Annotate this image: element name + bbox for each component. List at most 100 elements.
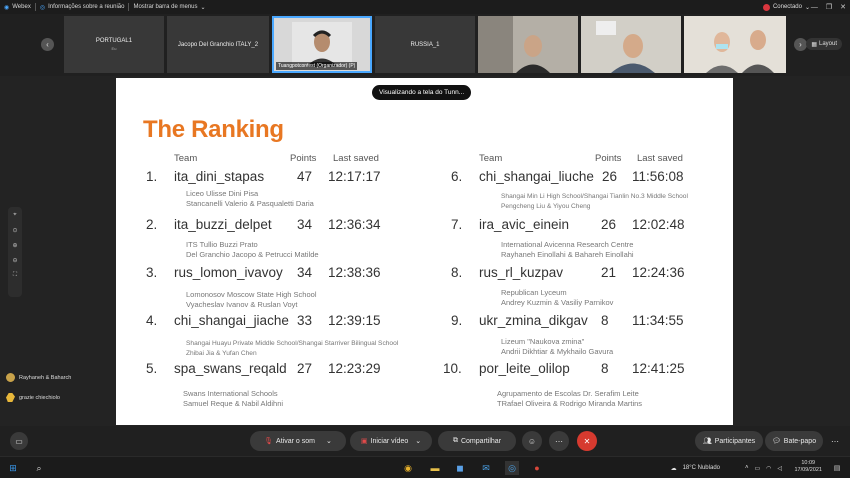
- store-icon[interactable]: ◼: [453, 461, 467, 475]
- mail-icon[interactable]: ✉: [479, 461, 493, 475]
- team-members: Vyacheslav Ivanov & Ruslan Voyt: [186, 300, 298, 309]
- show-menu-bar-button[interactable]: Mostrar barra de menus ⌄: [129, 4, 209, 11]
- record-dot-icon: [762, 3, 770, 11]
- close-icon[interactable]: ✕: [840, 3, 846, 11]
- info-icon: ◎: [39, 4, 46, 11]
- participant-sub: Eu: [111, 46, 117, 51]
- chat-button[interactable]: 💬︎ Bate-papo: [765, 431, 823, 451]
- viewing-share-banner[interactable]: Visualizando a tela do Tunn...: [372, 85, 472, 100]
- meeting-controls-bar: ▭ 🎙︎ Ativar o som ⌄ ▣ Iniciar vídeo ⌄ ⧉ …: [0, 426, 850, 456]
- cloud-icon: ☁: [670, 465, 677, 472]
- clock-time: 10:09: [801, 460, 816, 466]
- annotate-icon[interactable]: ⌖: [13, 212, 16, 219]
- wifi-icon[interactable]: ◠: [766, 465, 771, 472]
- webex-app-menu[interactable]: ◉ Webex: [0, 4, 35, 11]
- rank-number: 4.: [146, 313, 158, 328]
- last-saved-time: 11:34:55: [632, 313, 684, 328]
- team-details: Shangai Min Li High School/Shangai Tianl…: [501, 192, 688, 212]
- team-points: 47: [297, 169, 313, 184]
- team-details: Lizeum "Naukova zmina" Andrii Dikhtiar &…: [501, 337, 613, 357]
- show-menu-label: Mostrar barra de menus: [133, 4, 198, 10]
- meeting-info-button[interactable]: ◎ Informações sobre a reunião: [36, 4, 129, 11]
- connection-status-label: Conectado: [772, 4, 802, 10]
- raise-hand-icon: [6, 393, 15, 402]
- participant-tile[interactable]: [478, 16, 578, 73]
- strip-prev-icon[interactable]: ‹: [41, 38, 54, 51]
- webex-taskbar-icon[interactable]: ◎: [505, 461, 519, 475]
- restore-icon[interactable]: ❐: [826, 3, 832, 11]
- last-saved-time: 12:17:17: [328, 169, 381, 184]
- school-name: Lomonosov Moscow State High School: [186, 290, 317, 299]
- unmute-button[interactable]: 🎙︎ Ativar o som ⌄: [250, 431, 346, 451]
- battery-icon[interactable]: ▭: [754, 465, 760, 472]
- team-members: Andrey Kuzmin & Vasiliy Parnikov: [501, 298, 614, 307]
- team-details: Swans International Schools Samuel Reque…: [183, 389, 283, 409]
- school-name: Shangai Min Li High School/Shangai Tianl…: [501, 193, 688, 200]
- team-points: 8: [601, 313, 609, 328]
- participant-name: PORTUGAL1: [95, 38, 133, 44]
- more-panels-icon[interactable]: ⋯: [826, 431, 844, 451]
- share-button[interactable]: ⧉ Compartilhar: [438, 431, 516, 451]
- team-details: ITS Tullio Buzzi Prato Del Granchio Jaco…: [186, 240, 319, 260]
- team-name: chi_shangai_jiache: [174, 313, 289, 328]
- app-red-icon[interactable]: ●: [530, 461, 544, 475]
- team-members: Del Granchio Jacopo & Petrucci Matilde: [186, 250, 319, 259]
- captions-icon[interactable]: ▭: [10, 432, 28, 450]
- team-details: Shangai Huayu Private Middle School/Shan…: [186, 339, 398, 359]
- start-video-button[interactable]: ▣ Iniciar vídeo ⌄: [350, 431, 432, 451]
- team-points: 34: [297, 217, 313, 232]
- last-saved-time: 12:36:34: [328, 217, 381, 232]
- slide-title: The Ranking: [143, 116, 284, 143]
- reactions-icon[interactable]: ☺: [522, 431, 542, 451]
- participant-tile[interactable]: RUSSIA_1: [375, 16, 475, 73]
- layout-button[interactable]: ▦ Layout: [806, 38, 842, 50]
- avatar: [6, 373, 15, 382]
- team-members: Andrii Dikhtiar & Mykhailo Gavura: [501, 347, 614, 356]
- team-details: Liceo Ulisse Dini Pisa Stancanelli Valer…: [186, 189, 314, 209]
- zoom-in-icon[interactable]: ⊕: [12, 242, 17, 249]
- side-participant-item[interactable]: grazie chiechiolo: [6, 393, 60, 402]
- participant-video-icon: [581, 16, 681, 73]
- search-icon[interactable]: ⌕: [32, 461, 46, 475]
- zoom-out-icon[interactable]: ⊖: [12, 257, 17, 264]
- team-members: Rayhaneh Einollahi & Bahareh Einollahi: [501, 250, 634, 259]
- participants-button[interactable]: 👥︎ Participantes: [695, 431, 763, 451]
- more-options-icon[interactable]: ⋯: [549, 431, 569, 451]
- last-saved-time: 12:02:48: [632, 217, 685, 232]
- taskbar-clock[interactable]: 10:09 17/09/2021: [794, 460, 822, 474]
- rank-number: 5.: [146, 361, 158, 376]
- chevron-down-icon: ⌄: [415, 438, 422, 445]
- windows-start-icon[interactable]: ⊞: [6, 461, 20, 475]
- participant-tile[interactable]: PORTUGAL1 Eu: [64, 16, 164, 73]
- side-participant-item[interactable]: Rayhaneh & Baharch: [6, 373, 71, 382]
- chrome-icon[interactable]: ◉: [401, 461, 415, 475]
- camera-off-icon: ▣: [360, 438, 368, 445]
- connection-status[interactable]: Conectado ⌄: [762, 0, 810, 14]
- viewing-share-label: Visualizando a tela do Tunn...: [379, 89, 465, 96]
- fit-screen-icon[interactable]: ⛶: [13, 272, 17, 279]
- team-name: ita_buzzi_delpet: [174, 217, 272, 232]
- participant-tile[interactable]: [581, 16, 681, 73]
- rank-number: 3.: [146, 265, 158, 280]
- minimize-icon[interactable]: —: [811, 4, 818, 11]
- team-members: Pengcheng Liu & Yiyou Cheng: [501, 203, 591, 210]
- pointer-icon[interactable]: ⊙: [12, 227, 17, 234]
- chevron-up-icon[interactable]: ˄: [745, 465, 749, 471]
- weather-widget[interactable]: ☁ 18°C Nublado: [671, 457, 720, 478]
- leave-meeting-icon[interactable]: ✕: [577, 431, 597, 451]
- school-name: International Avicenna Research Centre: [501, 240, 634, 249]
- file-explorer-icon[interactable]: ▬: [428, 461, 442, 475]
- share-icon: ⧉: [452, 437, 458, 444]
- volume-icon[interactable]: ◁: [777, 465, 782, 472]
- participant-tile[interactable]: [684, 16, 786, 73]
- notifications-icon[interactable]: ▤: [830, 461, 844, 475]
- last-saved-time: 12:41:25: [632, 361, 685, 376]
- participant-tile[interactable]: Jacopo Del Granchio ITALY_2: [167, 16, 269, 73]
- header-points: Points: [595, 153, 622, 164]
- participant-tile-active[interactable]: Tuangpotcontest (Organizador) (P): [272, 16, 372, 73]
- people-icon: 👥︎: [702, 438, 712, 445]
- header-last-saved: Last saved: [333, 153, 379, 164]
- team-details: International Avicenna Research Centre R…: [501, 240, 634, 260]
- strip-next-icon[interactable]: ›: [794, 38, 807, 51]
- school-name: Liceo Ulisse Dini Pisa: [186, 189, 259, 198]
